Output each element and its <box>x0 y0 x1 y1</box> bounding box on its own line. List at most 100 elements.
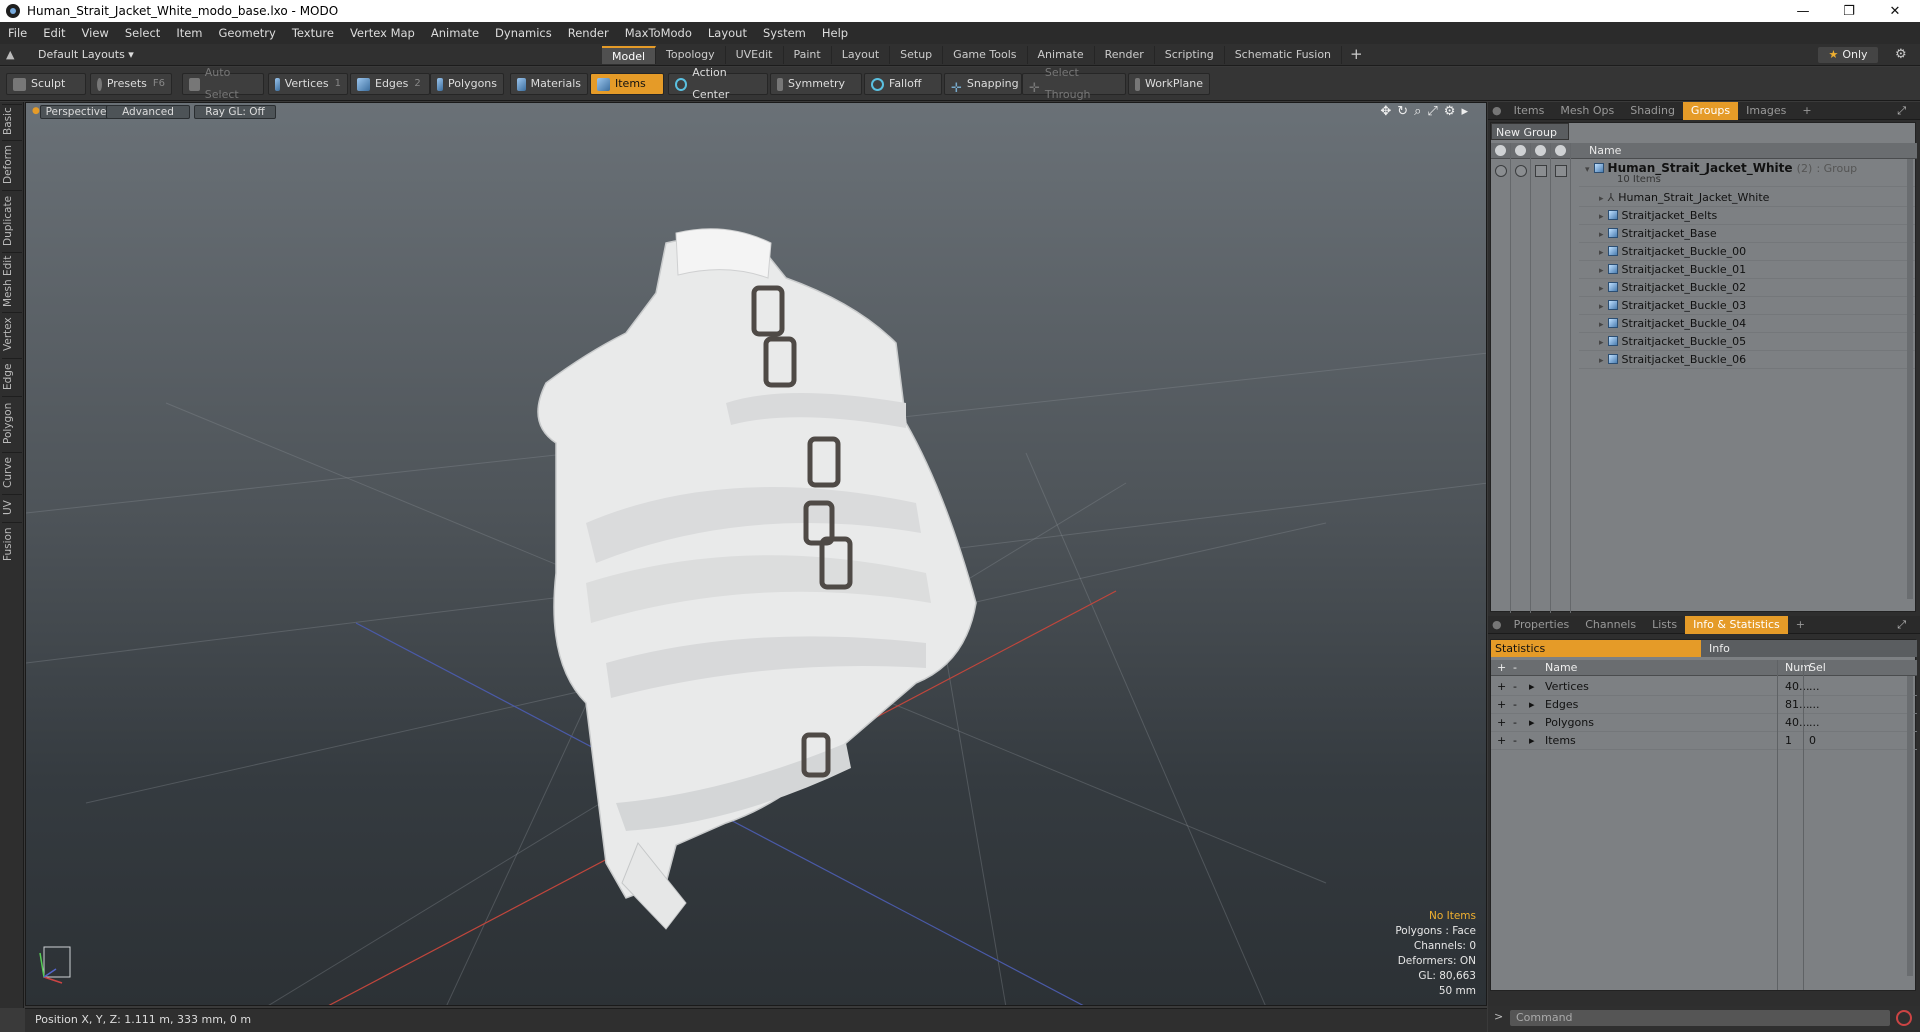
tab-shading[interactable]: Shading <box>1622 102 1683 120</box>
menu-vertex-map[interactable]: Vertex Map <box>342 26 423 40</box>
expand-panel-icon[interactable]: ⤢ <box>1889 102 1914 120</box>
table-row[interactable]: + - ▸ Vertices 40...... <box>1491 678 1917 696</box>
tooltab-mesh-edit[interactable]: Mesh Edit <box>2 252 22 310</box>
tab-items[interactable]: Items <box>1506 102 1553 120</box>
groups-scrollbar[interactable] <box>1907 159 1913 599</box>
tooltab-vertex[interactable]: Vertex <box>2 312 22 356</box>
list-item[interactable]: ▸ Straitjacket_Buckle_05 <box>1579 333 1915 351</box>
expand-arrow-icon[interactable]: ▸ <box>1529 678 1535 696</box>
list-item[interactable]: ▸ Straitjacket_Buckle_04 <box>1579 315 1915 333</box>
list-item[interactable]: ▸ Straitjacket_Buckle_06 <box>1579 351 1915 369</box>
new-group-button[interactable]: New Group <box>1491 123 1569 140</box>
tooltab-uv[interactable]: UV <box>2 494 22 520</box>
vertices-button[interactable]: Vertices 1 <box>268 73 348 95</box>
menu-system[interactable]: System <box>755 26 814 40</box>
list-item[interactable]: ▸ Straitjacket_Buckle_03 <box>1579 297 1915 315</box>
only-toggle[interactable]: ★ Only <box>1818 47 1878 63</box>
tab-images[interactable]: Images <box>1738 102 1794 120</box>
tab-schematic-fusion[interactable]: Schematic Fusion <box>1225 46 1343 64</box>
root-render-toggle[interactable] <box>1515 165 1527 177</box>
falloff-button[interactable]: Falloff <box>864 73 942 95</box>
raygl-toggle[interactable]: Ray GL: Off <box>194 105 276 119</box>
tab-model[interactable]: Model <box>602 46 657 64</box>
edges-button[interactable]: Edges 2 <box>350 73 430 95</box>
add-panel-tab-icon[interactable]: + <box>1794 102 1819 120</box>
add-icon[interactable]: + <box>1497 732 1506 750</box>
tab-mesh-ops[interactable]: Mesh Ops <box>1552 102 1622 120</box>
command-history-icon[interactable] <box>1896 1010 1912 1026</box>
menu-file[interactable]: File <box>0 26 35 40</box>
list-item[interactable]: ▸ Straitjacket_Base <box>1579 225 1915 243</box>
add-icon[interactable]: + <box>1497 714 1506 732</box>
root-select-toggle[interactable] <box>1555 165 1567 177</box>
menu-layout[interactable]: Layout <box>700 26 755 40</box>
menu-render[interactable]: Render <box>560 26 617 40</box>
gear-icon[interactable]: ⚙ <box>1895 47 1907 62</box>
layout-menu-icon[interactable]: ▲ <box>6 48 20 62</box>
table-row[interactable]: + - ▸ Edges 81...... <box>1491 696 1917 714</box>
menu-dynamics[interactable]: Dynamics <box>487 26 560 40</box>
tooltab-curve[interactable]: Curve <box>2 452 22 492</box>
tab-scripting[interactable]: Scripting <box>1155 46 1225 64</box>
expand-arrow-icon[interactable]: ▸ <box>1529 696 1535 714</box>
list-item[interactable]: ▸ Straitjacket_Buckle_01 <box>1579 261 1915 279</box>
remove-icon[interactable]: - <box>1513 696 1517 714</box>
items-button[interactable]: Items <box>590 73 664 95</box>
tab-paint[interactable]: Paint <box>784 46 832 64</box>
list-item[interactable]: ▸ Straitjacket_Belts <box>1579 207 1915 225</box>
viewport-nav-icons[interactable]: ✥↻⌕⤢⚙▸ <box>1380 104 1474 119</box>
layouts-dropdown[interactable]: Default Layouts ▾ <box>38 48 134 61</box>
menu-help[interactable]: Help <box>814 26 856 40</box>
viewport-menu-icon[interactable]: ● <box>32 106 40 116</box>
tab-setup[interactable]: Setup <box>890 46 944 64</box>
close-icon[interactable]: ✕ <box>1872 0 1918 22</box>
list-item[interactable]: ▸ Straitjacket_Buckle_00 <box>1579 243 1915 261</box>
table-row[interactable]: + - ▸ Polygons 40...... <box>1491 714 1917 732</box>
add-panel-tab-icon[interactable]: + <box>1788 616 1813 634</box>
tooltab-basic[interactable]: Basic <box>2 104 22 138</box>
panel-menu-icon[interactable]: ● <box>1488 102 1506 120</box>
table-row[interactable]: + - ▸ Items 1 0 <box>1491 732 1917 750</box>
view-type-dropdown[interactable]: Perspective <box>40 105 112 119</box>
menu-geometry[interactable]: Geometry <box>211 26 284 40</box>
restore-icon[interactable]: ❐ <box>1826 0 1872 22</box>
expand-arrow-icon[interactable]: ▸ <box>1529 732 1535 750</box>
tab-lists[interactable]: Lists <box>1644 616 1685 634</box>
menu-texture[interactable]: Texture <box>284 26 342 40</box>
info-subtab[interactable]: Info <box>1709 640 1730 657</box>
expand-arrow-icon[interactable]: ▸ <box>1529 714 1535 732</box>
add-icon[interactable]: + <box>1497 696 1506 714</box>
auto-select-button[interactable]: Auto Select <box>182 66 264 101</box>
menu-edit[interactable]: Edit <box>35 26 73 40</box>
list-item[interactable]: ▸ ⅄ Human_Strait_Jacket_White <box>1579 189 1915 207</box>
add-icon[interactable]: + <box>1497 678 1506 696</box>
remove-icon[interactable]: - <box>1513 678 1517 696</box>
collapse-arrow-icon[interactable]: ▾ <box>1585 165 1590 175</box>
workplane-button[interactable]: WorkPlane <box>1128 73 1210 95</box>
remove-icon[interactable]: - <box>1513 714 1517 732</box>
menu-view[interactable]: View <box>74 26 117 40</box>
shading-dropdown[interactable]: Advanced <box>106 105 190 119</box>
menu-maxtomodo[interactable]: MaxToModo <box>617 26 700 40</box>
action-center-button[interactable]: Action Center <box>668 66 768 101</box>
tooltab-fusion[interactable]: Fusion <box>2 522 22 566</box>
remove-icon[interactable]: - <box>1513 732 1517 750</box>
root-visibility-toggle[interactable] <box>1495 165 1507 177</box>
tab-channels[interactable]: Channels <box>1577 616 1644 634</box>
menu-animate[interactable]: Animate <box>423 26 487 40</box>
minimize-icon[interactable]: — <box>1780 0 1826 22</box>
polygons-button[interactable]: Polygons <box>430 73 504 95</box>
sculpt-button[interactable]: Sculpt <box>6 73 86 95</box>
symmetry-button[interactable]: Symmetry <box>770 73 862 95</box>
select-through-button[interactable]: ✛ Select Through <box>1022 66 1126 101</box>
add-all-icon[interactable]: + <box>1497 660 1506 676</box>
tooltab-duplicate[interactable]: Duplicate <box>2 190 22 250</box>
snapping-button[interactable]: ✛ Snapping <box>944 73 1022 96</box>
root-lock-toggle[interactable] <box>1535 165 1547 177</box>
list-item[interactable]: ▸ Straitjacket_Buckle_02 <box>1579 279 1915 297</box>
tooltab-edge[interactable]: Edge <box>2 358 22 394</box>
tab-info-statistics[interactable]: Info & Statistics <box>1685 615 1788 634</box>
materials-button[interactable]: Materials <box>510 73 588 95</box>
panel-menu-icon[interactable]: ● <box>1488 616 1506 634</box>
menu-item[interactable]: Item <box>168 26 210 40</box>
